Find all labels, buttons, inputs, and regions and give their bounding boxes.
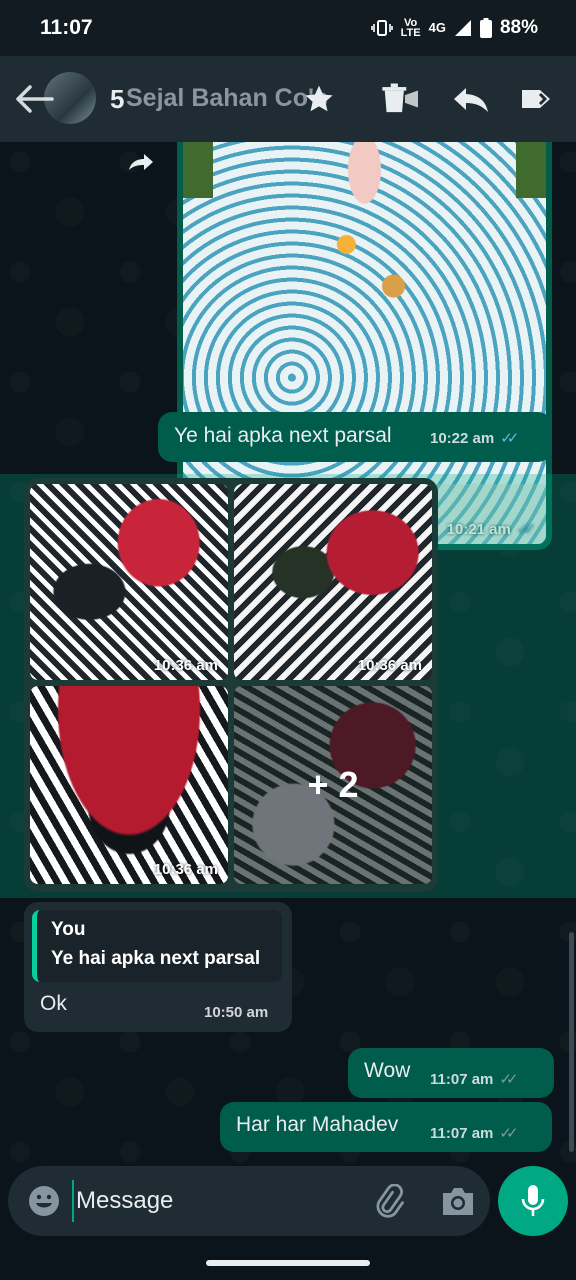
photo-detail [183, 142, 213, 198]
photo-time: 10:36 am [153, 657, 218, 674]
forward-button[interactable] [518, 80, 556, 118]
reply-button[interactable] [452, 80, 490, 118]
selected-count: 5 [110, 84, 125, 114]
photo-time: 10:36 am [357, 657, 422, 674]
message-time: 11:07 am [430, 1070, 494, 1088]
scrollbar[interactable] [569, 932, 574, 1152]
emoji-icon[interactable] [28, 1185, 60, 1217]
album-photo[interactable]: 10:36 am [234, 484, 432, 680]
album-photo[interactable]: 10:36 am [30, 686, 228, 884]
photo-time: 10:36 am [153, 861, 218, 878]
delete-button[interactable] [380, 80, 418, 118]
message-text: Har har Mahadev [236, 1113, 399, 1136]
album-more-photos[interactable]: + 2 [234, 686, 432, 884]
message-text: Ye hai apka next parsal [174, 424, 392, 447]
quoted-message[interactable]: You Ye hai apka next parsal [32, 910, 282, 982]
album-photo[interactable]: 10:36 am [30, 484, 228, 680]
more-photos-count: + 2 [234, 686, 432, 884]
chat-name: Sejal Bahan Co's [126, 84, 328, 112]
vibrate-icon [370, 20, 393, 36]
chat-area[interactable]: 10:21 am ✓✓ Ye hai apka next parsal 10:2… [0, 142, 576, 1166]
forward-shortcut-icon[interactable] [126, 148, 156, 178]
camera-icon[interactable] [440, 1184, 476, 1218]
star-button[interactable] [300, 80, 338, 118]
message-text: Ok [40, 992, 67, 1015]
text-message[interactable]: Har har Mahadev 11:07 am ✓✓ [220, 1102, 552, 1152]
delivered-receipt-icon: ✓✓ [499, 1071, 518, 1088]
forward-icon [522, 90, 550, 108]
paperclip-icon[interactable] [372, 1184, 406, 1218]
text-message[interactable]: Wow 11:07 am ✓✓ [348, 1048, 554, 1098]
photo-detail [516, 142, 546, 198]
text-message[interactable]: Ye hai apka next parsal 10:22 am ✓✓ [158, 412, 552, 462]
message-text: Wow [364, 1059, 411, 1082]
reply-message[interactable]: You Ye hai apka next parsal Ok 10:50 am [24, 902, 292, 1032]
status-time: 11:07 [40, 16, 93, 39]
read-receipt-icon: ✓✓ [500, 430, 519, 447]
message-meta: 10:22 am ✓✓ [430, 429, 519, 448]
delivered-receipt-icon: ✓✓ [499, 1125, 518, 1142]
quote-author: You [51, 919, 86, 940]
video-icon [404, 90, 418, 108]
status-bar: 11:07 Vo LTE 4G 88% [0, 0, 576, 56]
reply-icon [454, 88, 488, 112]
mic-button[interactable] [498, 1166, 568, 1236]
signal-icon [454, 20, 471, 36]
arrow-left-icon[interactable] [12, 82, 56, 116]
message-time: 11:07 am [430, 1124, 494, 1142]
network-type: 4G [428, 20, 446, 35]
message-time: 10:50 am [204, 1004, 269, 1021]
battery-icon [479, 18, 492, 38]
battery-level: 88% [499, 17, 538, 38]
selection-app-bar: Sejal Bahan Co's 5 [0, 56, 576, 142]
volte-bottom: LTE [400, 27, 421, 39]
mic-icon [521, 1185, 545, 1216]
message-composer [8, 1166, 490, 1236]
star-icon [305, 85, 333, 112]
message-time: 10:22 am [430, 429, 495, 447]
message-input[interactable] [72, 1180, 352, 1222]
home-gesture-handle[interactable] [206, 1260, 370, 1266]
system-nav-bar [0, 1236, 576, 1280]
status-indicators: Vo LTE 4G 88% [370, 17, 538, 39]
message-meta: 11:07 am ✓✓ [430, 1124, 519, 1143]
photo-album-message[interactable]: 10:36 am 10:36 am 10:36 am + 2 [24, 478, 438, 892]
quote-text: Ye hai apka next parsal [51, 948, 261, 969]
message-meta: 11:07 am ✓✓ [430, 1070, 519, 1089]
